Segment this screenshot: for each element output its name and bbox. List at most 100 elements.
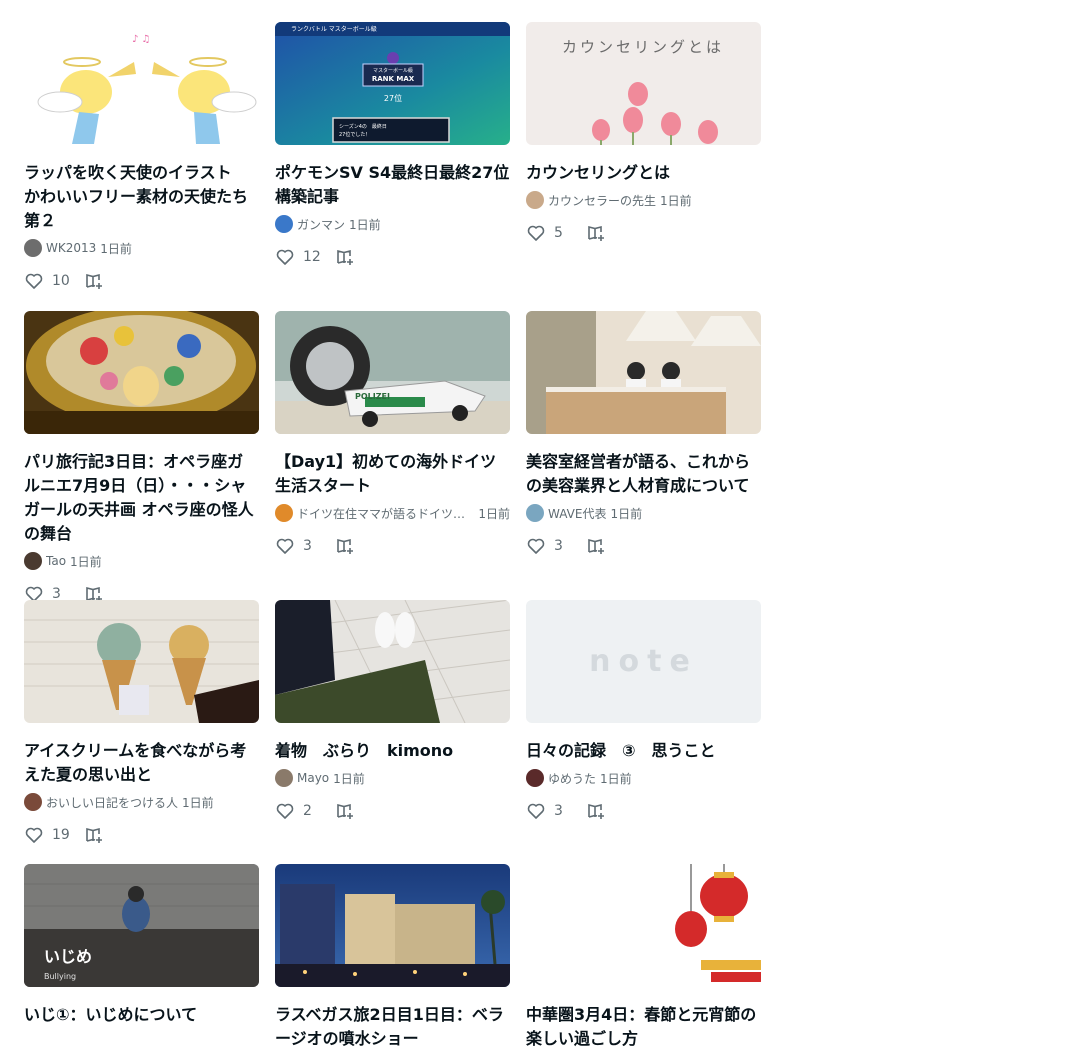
author-avatar[interactable] bbox=[526, 769, 544, 787]
author-avatar[interactable] bbox=[24, 239, 42, 257]
svg-text:POLIZEI: POLIZEI bbox=[355, 392, 390, 401]
toy-police-car-photo: POLIZEI bbox=[275, 311, 510, 434]
article-thumbnail[interactable]: カウンセリングとは bbox=[526, 22, 761, 145]
like-count: 3 bbox=[554, 538, 563, 554]
article-card[interactable]: パリ旅行記3日目：オペラ座ガルニエ7月9日（日）・・・シャガールの天井画 オペラ… bbox=[24, 311, 259, 602]
article-card[interactable]: note 日々の記録 ③ 思うこと ゆめうた 1日前 3 bbox=[526, 600, 761, 864]
post-time: 1日前 bbox=[349, 217, 381, 232]
ice-cream-photo bbox=[24, 600, 259, 723]
author-name[interactable]: WAVE代表 bbox=[548, 505, 606, 522]
article-actions: 5 bbox=[526, 223, 761, 243]
heart-icon[interactable] bbox=[526, 801, 546, 821]
article-title[interactable]: 着物 ぶらり kimono bbox=[275, 739, 510, 763]
article-meta: ドイツ在住ママが語るドイツでの子育てと暮らしのあれこれ 1日前 bbox=[275, 504, 510, 522]
article-thumbnail-placeholder[interactable]: note bbox=[526, 600, 761, 723]
heart-icon[interactable] bbox=[526, 223, 546, 243]
heart-icon[interactable] bbox=[24, 271, 44, 291]
article-card[interactable]: アイスクリームを食べながら考えた夏の思い出と おいしい日記をつける人 1日前 1… bbox=[24, 600, 259, 864]
like-count: 12 bbox=[303, 249, 321, 265]
article-thumbnail[interactable] bbox=[275, 600, 510, 723]
author-name[interactable]: WK2013 bbox=[46, 241, 96, 255]
author-avatar[interactable] bbox=[275, 504, 293, 522]
svg-text:シーズン4の 最終日: シーズン4の 最終日 bbox=[339, 123, 387, 130]
svg-text:マスターボール級: マスターボール級 bbox=[373, 67, 413, 74]
post-time: 1日前 bbox=[660, 193, 692, 208]
article-thumbnail[interactable]: ♪ ♫ bbox=[24, 22, 259, 145]
article-thumbnail[interactable]: POLIZEI bbox=[275, 311, 510, 434]
article-card[interactable]: ラスベガス旅2日目1日目：ベラージオの噴水ショー bbox=[275, 864, 510, 1051]
heart-icon[interactable] bbox=[275, 536, 295, 556]
article-title[interactable]: いじ①：いじめについて bbox=[24, 1003, 259, 1027]
author-name[interactable]: カウンセラーの先生 bbox=[548, 192, 656, 209]
article-card[interactable]: POLIZEI 【Day1】初めての海外ドイツ生活スタート ドイツ在住ママが語る… bbox=[275, 311, 510, 600]
article-title[interactable]: 中華圏3月4日：春節と元宵節の楽しい過ごし方 bbox=[526, 1003, 761, 1051]
like-count: 3 bbox=[554, 803, 563, 819]
author-name[interactable]: Tao bbox=[46, 554, 66, 568]
article-thumbnail[interactable] bbox=[526, 864, 761, 987]
author-avatar[interactable] bbox=[526, 191, 544, 209]
add-to-magazine-icon[interactable] bbox=[586, 223, 606, 243]
article-thumbnail[interactable] bbox=[24, 311, 259, 434]
article-thumbnail[interactable] bbox=[526, 311, 761, 434]
article-card[interactable]: ♪ ♫ ラッパを吹く天使のイラスト かわいいフリー素材の天使たち 第２ WK20… bbox=[24, 22, 264, 311]
article-title[interactable]: ラスベガス旅2日目1日目：ベラージオの噴水ショー bbox=[275, 1003, 510, 1051]
heart-icon[interactable] bbox=[275, 801, 295, 821]
author-name[interactable]: ゆめうた bbox=[548, 770, 596, 787]
article-meta: WK2013 1日前 bbox=[24, 239, 259, 257]
opera-ceiling-photo bbox=[24, 311, 259, 434]
article-actions: 12 bbox=[275, 247, 510, 267]
author-name[interactable]: おいしい日記をつける人 bbox=[46, 794, 178, 811]
article-actions: 2 bbox=[275, 801, 510, 821]
article-title[interactable]: 【Day1】初めての海外ドイツ生活スタート bbox=[275, 450, 510, 498]
article-title[interactable]: アイスクリームを食べながら考えた夏の思い出と bbox=[24, 739, 259, 787]
post-time: 1日前 bbox=[600, 771, 632, 786]
article-thumbnail[interactable] bbox=[24, 600, 259, 723]
svg-text:Bullying: Bullying bbox=[44, 972, 76, 981]
heart-icon[interactable] bbox=[526, 536, 546, 556]
article-title[interactable]: 日々の記録 ③ 思うこと bbox=[526, 739, 761, 763]
article-card[interactable]: カウンセリングとは カウンセリングとは カウンセラーの先生 1日前 5 bbox=[526, 22, 761, 311]
like-count: 5 bbox=[554, 225, 563, 241]
add-to-magazine-icon[interactable] bbox=[586, 801, 606, 821]
bullying-photo: いじめ Bullying bbox=[24, 864, 259, 987]
author-name[interactable]: ガンマン bbox=[297, 216, 345, 233]
add-to-magazine-icon[interactable] bbox=[335, 247, 355, 267]
author-avatar[interactable] bbox=[24, 552, 42, 570]
like-count: 2 bbox=[303, 803, 312, 819]
article-card[interactable]: 中華圏3月4日：春節と元宵節の楽しい過ごし方 bbox=[526, 864, 761, 1051]
heart-icon[interactable] bbox=[275, 247, 295, 267]
add-to-magazine-icon[interactable] bbox=[84, 271, 104, 291]
article-title[interactable]: パリ旅行記3日目：オペラ座ガルニエ7月9日（日）・・・シャガールの天井画 オペラ… bbox=[24, 450, 259, 546]
article-thumbnail[interactable]: ランクバトル マスターボール級 マスターボール級 RANK MAX 27位 シー… bbox=[275, 22, 510, 145]
add-to-magazine-icon[interactable] bbox=[84, 825, 104, 845]
post-time: 1日前 bbox=[610, 506, 643, 521]
svg-text:27位でした！: 27位でした！ bbox=[339, 131, 370, 138]
article-title[interactable]: ポケモンSV S4最終日最終27位 構築記事 bbox=[275, 161, 510, 209]
article-meta: ガンマン 1日前 bbox=[275, 215, 510, 233]
lanterns-illustration bbox=[526, 864, 761, 987]
like-count: 10 bbox=[52, 273, 70, 289]
article-card[interactable]: 美容室経営者が語る、これからの美容業界と人材育成について WAVE代表 1日前 … bbox=[526, 311, 761, 600]
article-title[interactable]: ラッパを吹く天使のイラスト かわいいフリー素材の天使たち 第２ bbox=[24, 161, 264, 233]
article-card[interactable]: いじめ Bullying いじ①：いじめについて bbox=[24, 864, 259, 1051]
author-name[interactable]: ドイツ在住ママが語るドイツでの子育てと暮らしのあれこれ bbox=[297, 505, 474, 522]
article-card[interactable]: ランクバトル マスターボール級 マスターボール級 RANK MAX 27位 シー… bbox=[275, 22, 510, 311]
author-name[interactable]: Mayo bbox=[297, 771, 329, 785]
add-to-magazine-icon[interactable] bbox=[586, 536, 606, 556]
article-thumbnail[interactable] bbox=[275, 864, 510, 987]
author-avatar[interactable] bbox=[526, 504, 544, 522]
author-avatar[interactable] bbox=[275, 215, 293, 233]
svg-text:ランクバトル マスターボール級: ランクバトル マスターボール級 bbox=[291, 25, 377, 33]
article-thumbnail[interactable]: いじめ Bullying bbox=[24, 864, 259, 987]
article-title[interactable]: 美容室経営者が語る、これからの美容業界と人材育成について bbox=[526, 450, 761, 498]
article-title[interactable]: カウンセリングとは bbox=[526, 161, 761, 185]
add-to-magazine-icon[interactable] bbox=[335, 801, 355, 821]
author-avatar[interactable] bbox=[24, 793, 42, 811]
angels-illustration: ♪ ♫ bbox=[24, 22, 259, 145]
article-card[interactable]: 着物 ぶらり kimono Mayo 1日前 2 bbox=[275, 600, 510, 864]
author-avatar[interactable] bbox=[275, 769, 293, 787]
article-meta: カウンセラーの先生 1日前 bbox=[526, 191, 761, 209]
add-to-magazine-icon[interactable] bbox=[335, 536, 355, 556]
heart-icon[interactable] bbox=[24, 825, 44, 845]
article-actions: 3 bbox=[526, 536, 761, 556]
